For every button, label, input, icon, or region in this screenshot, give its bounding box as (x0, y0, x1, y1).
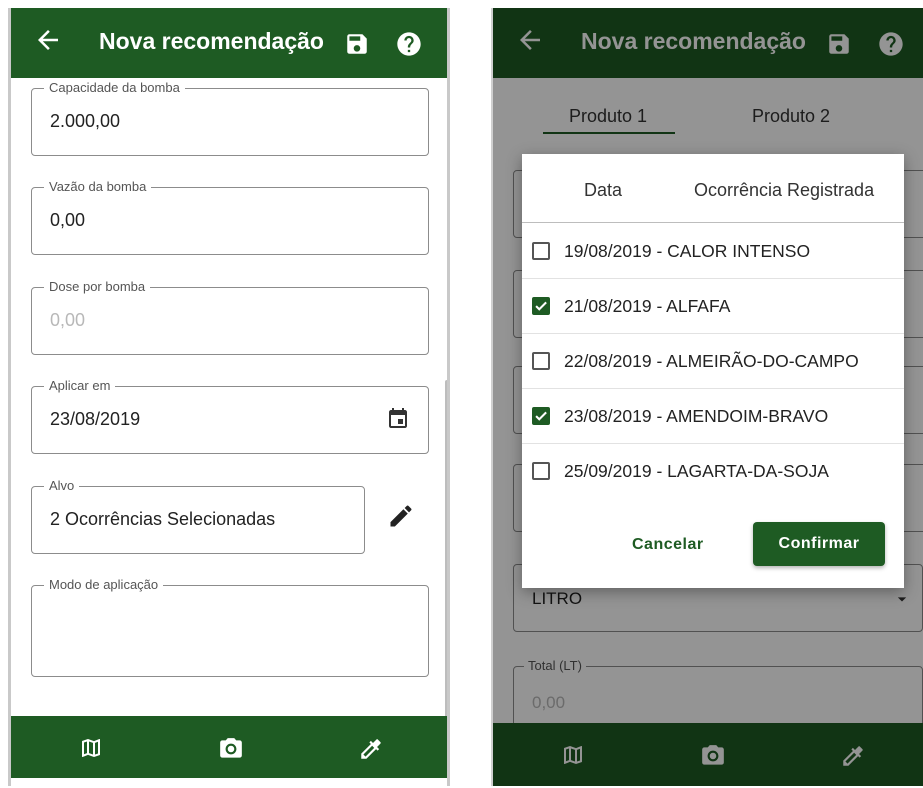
check-icon (535, 411, 547, 421)
occurrence-item[interactable]: 19/08/2019 - CALOR INTENSO (522, 224, 904, 279)
field-label: Vazão da bomba (44, 179, 152, 195)
app-title: Nova recomendação (99, 28, 324, 54)
occurrence-label: 23/08/2019 - AMENDOIM-BRAVO (564, 406, 829, 426)
field-label: Capacidade da bomba (44, 80, 185, 96)
checkbox[interactable] (532, 352, 550, 370)
field-label: Alvo (44, 478, 80, 494)
field-label: Modo de aplicação (44, 577, 164, 593)
map-icon[interactable] (79, 736, 103, 760)
cancel-button[interactable]: Cancelar (632, 536, 704, 554)
occurrence-item[interactable]: 23/08/2019 - AMENDOIM-BRAVO (522, 389, 904, 444)
field-value: 2.000,00 (50, 111, 121, 131)
occurrences-dialog: Data Ocorrência Registrada 19/08/2019 - … (522, 154, 904, 588)
bottom-bar (11, 716, 447, 778)
left-screen: Nova recomendação Capacidade da bomba 2.… (8, 8, 450, 786)
field-value: 23/08/2019 (50, 409, 141, 429)
occurrence-item[interactable]: 25/09/2019 - LAGARTA-DA-SOJA (522, 444, 904, 498)
checkbox-checked[interactable] (532, 297, 550, 315)
field-placeholder: 0,00 (50, 310, 86, 330)
checkbox[interactable] (532, 242, 550, 260)
application-mode-field[interactable]: Modo de aplicação (31, 577, 429, 677)
save-icon[interactable] (344, 31, 370, 57)
color-picker-icon[interactable] (358, 736, 384, 762)
target-field[interactable]: Alvo 2 Ocorrências Selecionadas (31, 478, 365, 554)
edit-pencil-icon[interactable] (387, 502, 415, 530)
dialog-header: Data Ocorrência Registrada (522, 154, 904, 223)
camera-icon[interactable] (218, 736, 244, 762)
field-value: 0,00 (50, 210, 86, 230)
column-header-date: Data (584, 180, 623, 200)
confirm-button[interactable]: Confirmar (753, 522, 885, 566)
help-icon[interactable] (395, 30, 423, 58)
app-bar: Nova recomendação (11, 8, 447, 78)
checkbox-checked[interactable] (532, 407, 550, 425)
field-label: Dose por bomba (44, 279, 151, 295)
occurrence-item[interactable]: 22/08/2019 - ALMEIRÃO-DO-CAMPO (522, 334, 904, 389)
occurrence-label: 25/09/2019 - LAGARTA-DA-SOJA (564, 461, 829, 481)
occurrence-label: 19/08/2019 - CALOR INTENSO (564, 241, 811, 261)
pump-capacity-field[interactable]: Capacidade da bomba 2.000,00 (31, 80, 429, 156)
calendar-icon[interactable] (386, 407, 410, 431)
occurrence-label: 22/08/2019 - ALMEIRÃO-DO-CAMPO (564, 351, 859, 371)
scrollbar[interactable] (445, 380, 447, 770)
field-value: 2 Ocorrências Selecionadas (50, 509, 276, 529)
field-label: Aplicar em (44, 378, 116, 394)
right-screen: Nova recomendação Produto 1 Produto 2 LI… (491, 8, 923, 786)
checkbox[interactable] (532, 462, 550, 480)
dose-per-pump-field[interactable]: Dose por bomba 0,00 (31, 279, 429, 355)
apply-date-field[interactable]: Aplicar em 23/08/2019 (31, 378, 429, 454)
arrow-back-icon[interactable] (33, 25, 63, 55)
column-header-occurrence: Ocorrência Registrada (694, 180, 875, 200)
pump-flow-field[interactable]: Vazão da bomba 0,00 (31, 179, 429, 255)
check-icon (535, 301, 547, 311)
occurrence-item[interactable]: 21/08/2019 - ALFAFA (522, 279, 904, 334)
occurrence-label: 21/08/2019 - ALFAFA (564, 296, 731, 316)
